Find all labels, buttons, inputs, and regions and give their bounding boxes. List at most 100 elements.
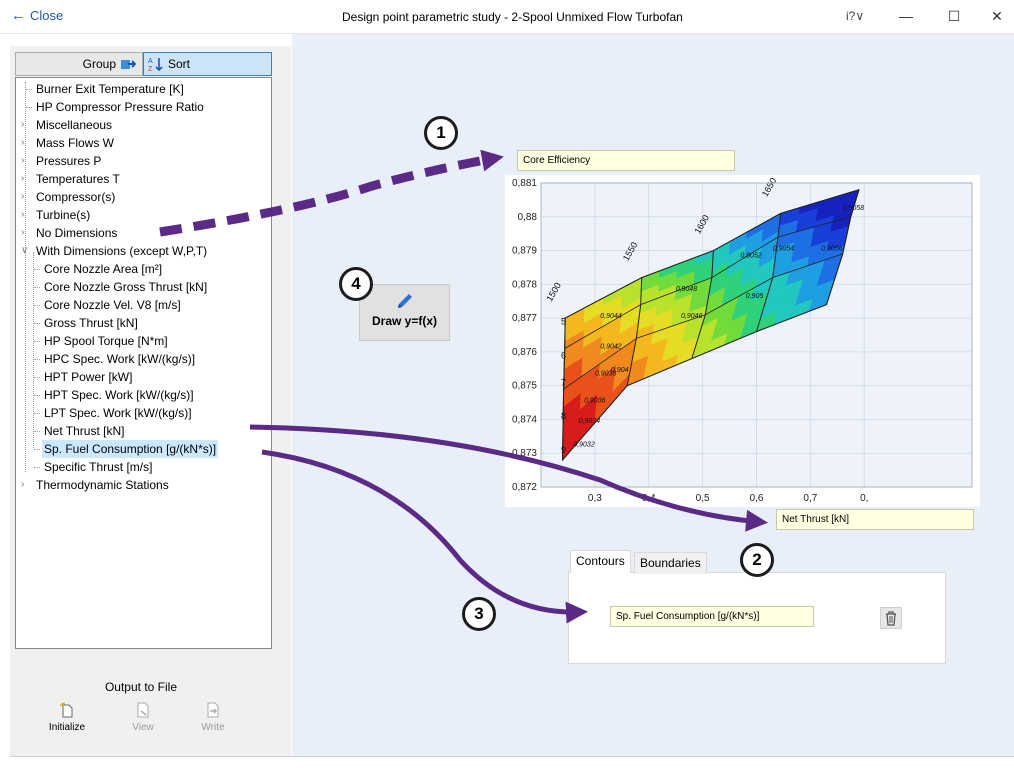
pressure-ratio-label: 5 xyxy=(561,316,566,326)
tree-item[interactable]: Gross Thrust [kN] xyxy=(16,314,271,332)
view-button[interactable]: View xyxy=(120,702,166,733)
contour-field[interactable]: Sp. Fuel Consumption [g/(kN*s)] xyxy=(610,606,814,627)
delete-button[interactable] xyxy=(880,607,902,629)
tree-item[interactable]: HP Compressor Pressure Ratio xyxy=(16,98,271,116)
trash-icon xyxy=(886,611,896,626)
y-tick-label: 0,872 xyxy=(512,482,537,493)
tree-item[interactable]: Burner Exit Temperature [K] xyxy=(16,80,271,98)
help-dropdown[interactable]: i?∨ xyxy=(846,9,864,23)
contour-value-label: 0,9034 xyxy=(579,418,601,425)
tree-item-label: Core Nozzle Area [m²] xyxy=(44,262,163,276)
tree-item[interactable]: Net Thrust [kN] xyxy=(16,422,271,440)
y-tick-label: 0,881 xyxy=(512,178,537,189)
maximize-button[interactable]: ☐ xyxy=(942,6,966,26)
chevron-right-icon[interactable]: › xyxy=(21,134,31,152)
tree-item[interactable]: › Miscellaneous xyxy=(16,116,271,134)
chevron-right-icon[interactable]: › xyxy=(21,188,31,206)
tree-item[interactable]: › Thermodynamic Stations xyxy=(16,476,271,494)
y-tick-label: 0,875 xyxy=(512,381,537,392)
contour-value-label: 0,905 xyxy=(746,293,764,300)
sort-button[interactable]: AZ Sort xyxy=(143,52,272,76)
tree-item-label: No Dimensions xyxy=(36,226,118,240)
minimize-button[interactable]: — xyxy=(894,6,918,26)
initialize-button[interactable]: Initialize xyxy=(44,702,90,733)
contour-value-label: 0,9054 xyxy=(773,246,795,253)
tree-item[interactable]: Core Nozzle Area [m²] xyxy=(16,260,271,278)
view-file-icon xyxy=(137,702,149,718)
close-link[interactable]: ← Close xyxy=(11,6,63,24)
tree-item-label: Mass Flows W xyxy=(36,136,114,150)
tree-connector xyxy=(34,323,40,324)
pressure-ratio-label: 9 xyxy=(561,445,566,455)
chevron-right-icon[interactable]: › xyxy=(21,152,31,170)
tree-item[interactable]: HPC Spec. Work [kW/(kg/s)] xyxy=(16,350,271,368)
tree-item[interactable]: HPT Spec. Work [kW/(kg/s)] xyxy=(16,386,271,404)
tree-item-label: Sp. Fuel Consumption [g/(kN*s)] xyxy=(42,440,219,458)
y-axis-field[interactable]: Core Efficiency xyxy=(517,150,735,171)
y-tick-label: 0,877 xyxy=(512,313,537,324)
window-title: Design point parametric study - 2-Spool … xyxy=(342,10,683,24)
x-tick-label: 0,4 xyxy=(642,493,656,504)
tab-boundaries[interactable]: Boundaries xyxy=(634,552,707,574)
write-button[interactable]: Write xyxy=(190,702,236,733)
tree-item[interactable]: › No Dimensions xyxy=(16,224,271,242)
tree-connector xyxy=(34,449,40,450)
x-axis-field[interactable]: Net Thrust [kN] xyxy=(776,509,974,530)
tree-item-label: Miscellaneous xyxy=(36,118,113,132)
chevron-right-icon[interactable]: › xyxy=(21,170,31,188)
chevron-down-icon[interactable]: ∨ xyxy=(21,242,31,260)
chevron-right-icon[interactable]: › xyxy=(21,476,31,494)
tree-connector xyxy=(34,467,40,468)
tree-item[interactable]: Core Nozzle Vel. V8 [m/s] xyxy=(16,296,271,314)
contour-value-label: 0,9048 xyxy=(676,286,698,293)
y-tick-label: 0,88 xyxy=(518,212,538,223)
tree-item[interactable]: Core Nozzle Gross Thrust [kN] xyxy=(16,278,271,296)
contour-value-label: 0,9032 xyxy=(573,441,595,448)
pencil-icon xyxy=(397,294,412,308)
y-tick-label: 0,876 xyxy=(512,347,537,358)
tree-item-label: Turbine(s) xyxy=(36,208,91,222)
tree-item[interactable]: HPT Power [kW] xyxy=(16,368,271,386)
left-pane: Group AZ Sort Burner Exit Temperature [K… xyxy=(10,46,291,756)
sort-az-icon: AZ xyxy=(148,58,163,72)
x-tick-label: 0,7 xyxy=(803,493,817,504)
tree-item[interactable]: › Pressures P xyxy=(16,152,271,170)
window-close-button[interactable]: ✕ xyxy=(985,6,1009,26)
tree-item[interactable]: HP Spool Torque [N*m] xyxy=(16,332,271,350)
tree-connector xyxy=(34,395,40,396)
output-title: Output to File xyxy=(104,680,178,694)
tree-item[interactable]: › Turbine(s) xyxy=(16,206,271,224)
arrow-left-icon: ← xyxy=(11,6,26,24)
tree-connector xyxy=(26,89,32,90)
view-label: View xyxy=(132,722,154,733)
draw-button[interactable]: Draw y=f(x) xyxy=(359,284,450,341)
chevron-right-icon[interactable]: › xyxy=(21,206,31,224)
tree-connector xyxy=(34,305,40,306)
tree-item[interactable]: ∨ With Dimensions (except W,P,T) xyxy=(16,242,271,260)
tree-item[interactable]: Specific Thrust [m/s] xyxy=(16,458,271,476)
contour-chart: 0,8810,880,8790,8780,8770,8760,8750,8740… xyxy=(505,175,980,507)
tree-item[interactable]: › Temperatures T xyxy=(16,170,271,188)
variable-tree: Burner Exit Temperature [K] HP Compressor… xyxy=(15,77,272,649)
tab-contours[interactable]: Contours xyxy=(570,550,631,573)
group-button[interactable]: Group xyxy=(15,52,143,76)
write-label: Write xyxy=(201,722,225,733)
chevron-right-icon[interactable]: › xyxy=(21,116,31,134)
chevron-right-icon[interactable]: › xyxy=(21,224,31,242)
contour-value-label: 0,9052 xyxy=(740,252,762,259)
tree-item-label: HP Spool Torque [N*m] xyxy=(44,334,168,348)
pressure-ratio-label: 8 xyxy=(561,411,566,421)
tree-item[interactable]: Sp. Fuel Consumption [g/(kN*s)] xyxy=(16,440,271,458)
tree-item[interactable]: LPT Spec. Work [kW/(kg/s)] xyxy=(16,404,271,422)
tree-item-label: Gross Thrust [kN] xyxy=(44,316,138,330)
tree-item[interactable]: › Mass Flows W xyxy=(16,134,271,152)
callout-1: 1 xyxy=(424,116,458,150)
callout-4: 4 xyxy=(339,267,373,301)
tree-item-label: Net Thrust [kN] xyxy=(44,424,125,438)
tree-item-label: Core Nozzle Gross Thrust [kN] xyxy=(44,280,208,294)
group-icon xyxy=(121,60,136,69)
x-tick-label: 0,3 xyxy=(588,493,602,504)
tree-item[interactable]: › Compressor(s) xyxy=(16,188,271,206)
tree-item-label: Core Nozzle Vel. V8 [m/s] xyxy=(44,298,181,312)
tree-item-label: Burner Exit Temperature [K] xyxy=(36,82,184,96)
